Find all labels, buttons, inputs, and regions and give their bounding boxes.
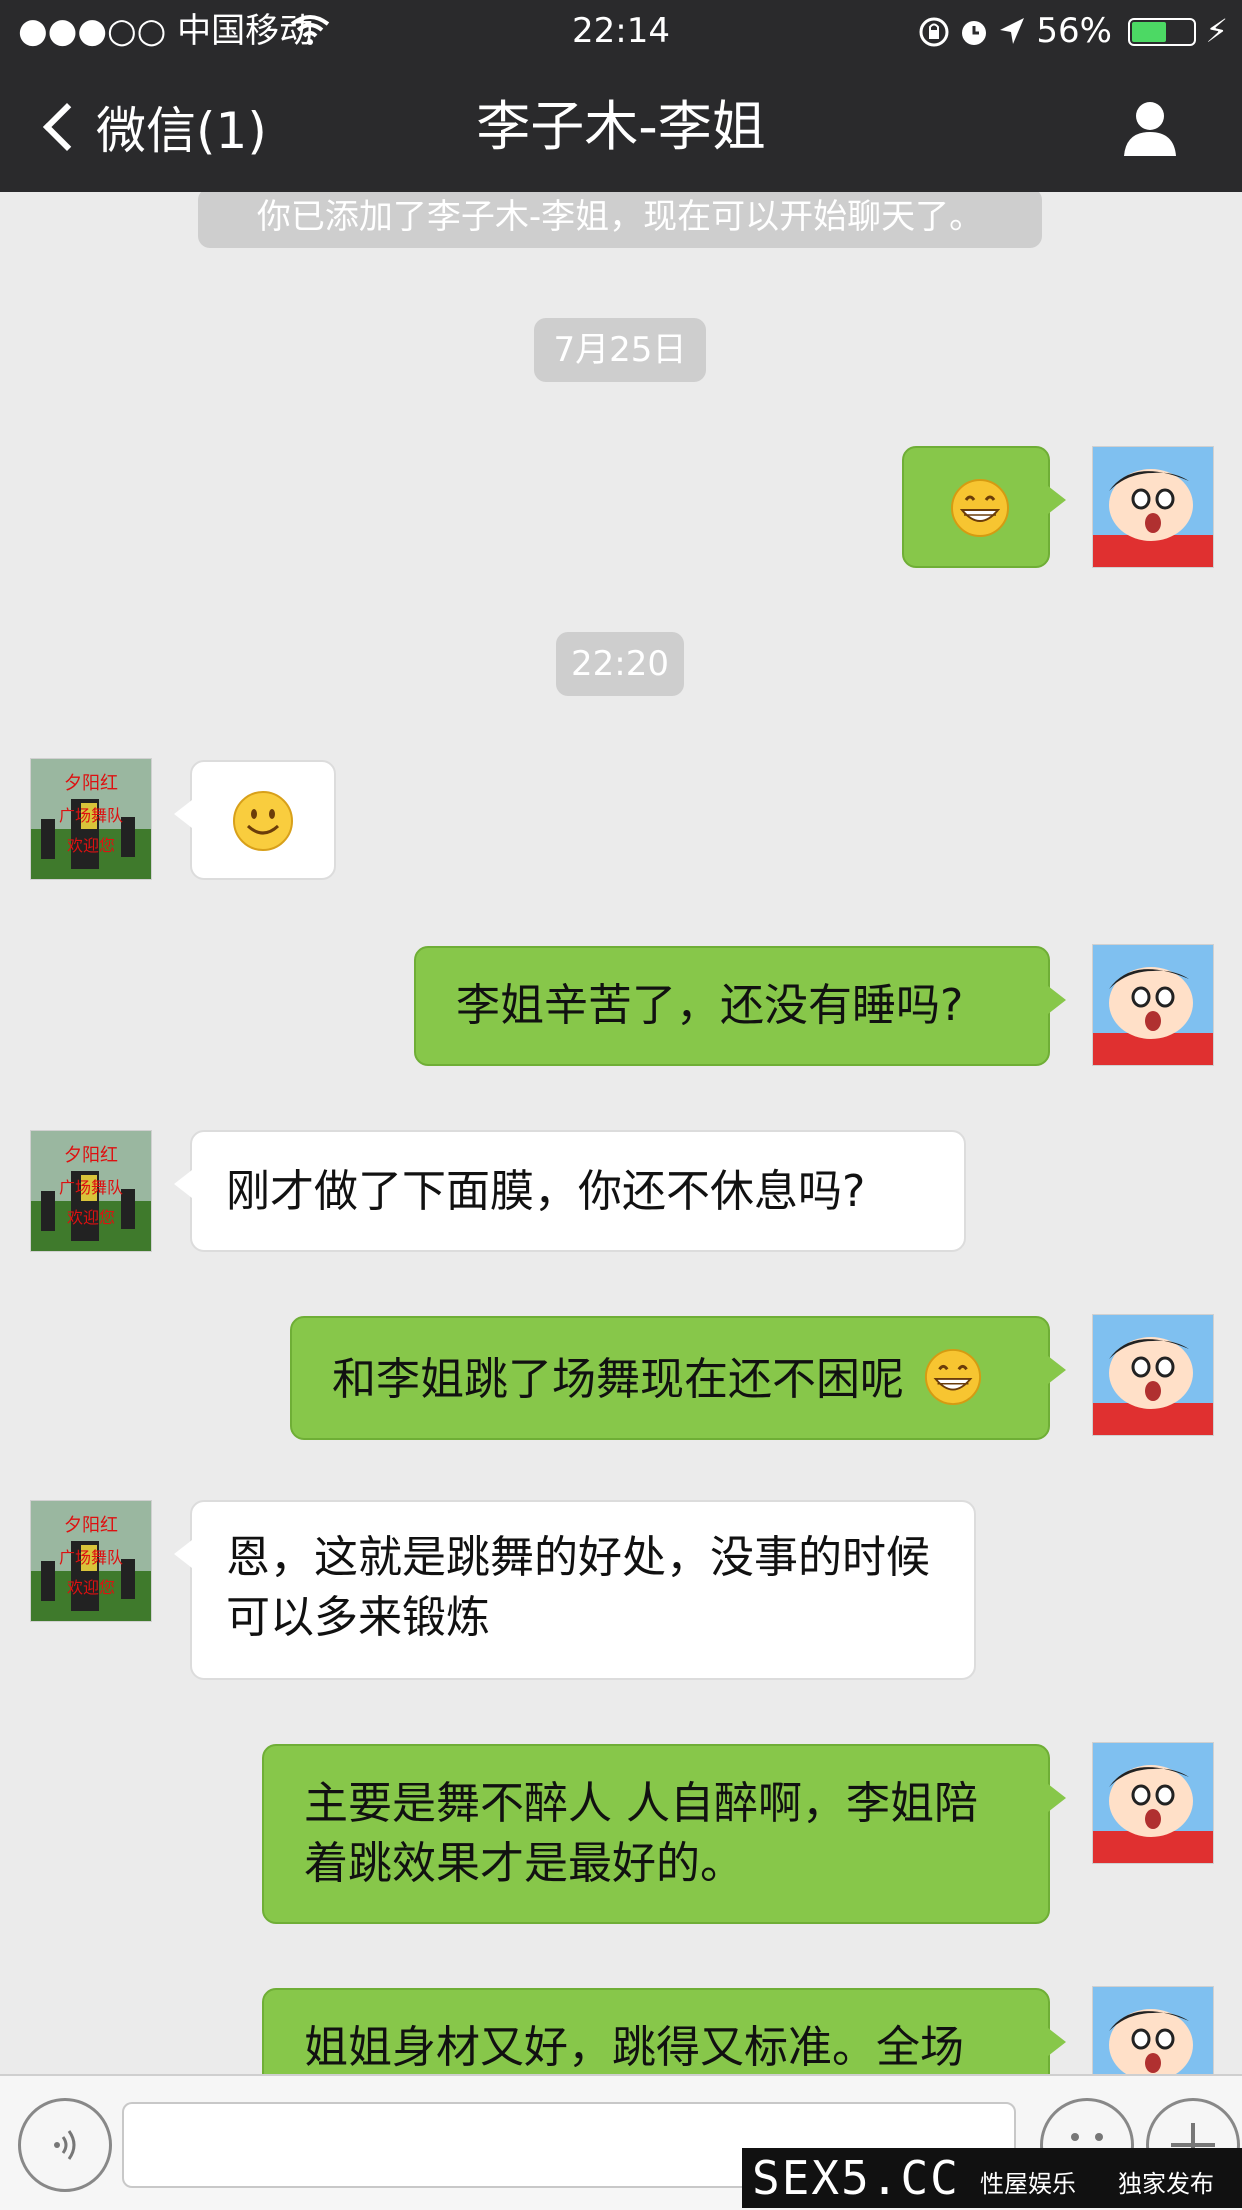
svg-text:欢迎您: 欢迎您: [67, 836, 115, 855]
message-bubble-me[interactable]: 和李姐跳了场舞现在还不困呢: [290, 1316, 1066, 1440]
svg-text:广场舞队: 广场舞队: [59, 1178, 123, 1197]
message-text: 主要是舞不醉人 人自醉啊，李姐陪着跳效果才是最好的。: [304, 1778, 978, 1889]
svg-text:夕阳红: 夕阳红: [64, 1145, 118, 1166]
watermark: SEX5.CC 性屋娱乐 独家发布: [742, 2148, 1242, 2208]
watermark-logo: SEX5.CC: [752, 2151, 960, 2205]
message-bubble-them[interactable]: 恩，这就是跳舞的好处，没事的时候可以多来锻炼: [174, 1500, 976, 1680]
smile-emoji-icon: [233, 791, 293, 851]
message-bubble-them[interactable]: [174, 760, 336, 880]
my-avatar[interactable]: [1092, 1314, 1214, 1436]
svg-text:夕阳红: 夕阳红: [64, 1515, 118, 1536]
shinchan-avatar-icon: [1093, 447, 1213, 567]
contact-avatar[interactable]: 夕阳红 广场舞队 欢迎您: [30, 1130, 152, 1252]
my-avatar[interactable]: [1092, 1742, 1214, 1864]
nav-bar: 微信(1) 李子木-李姐: [0, 62, 1242, 192]
status-bar: ●●●○○ 中国移动 22:14 56% ⚡: [0, 0, 1242, 62]
time-separator: 22:20: [556, 632, 684, 696]
svg-text:夕阳红: 夕阳红: [64, 773, 118, 794]
svg-text:广场舞队: 广场舞队: [59, 1548, 123, 1567]
battery-icon: [1128, 18, 1196, 46]
grin-emoji-icon: [951, 479, 1009, 537]
svg-text:欢迎您: 欢迎您: [67, 1208, 115, 1227]
message-text: 和李姐跳了场舞现在还不困呢: [332, 1354, 904, 1405]
my-avatar[interactable]: [1092, 944, 1214, 1066]
dance-team-avatar-icon: 夕阳红 广场舞队 欢迎您: [31, 1501, 151, 1621]
watermark-tag: 独家发布: [1118, 2170, 1214, 2198]
my-avatar[interactable]: [1092, 446, 1214, 568]
lock-rotation-icon: [919, 17, 949, 47]
message-bubble-me[interactable]: 李姐辛苦了，还没有睡吗?: [414, 946, 1066, 1066]
message-text: 李姐辛苦了，还没有睡吗?: [456, 980, 964, 1031]
shinchan-avatar-icon: [1093, 1315, 1213, 1435]
date-separator: 7月25日: [534, 318, 706, 382]
voice-icon: [54, 2130, 76, 2160]
battery-percent: 56%: [1036, 11, 1112, 51]
contact-avatar[interactable]: 夕阳红 广场舞队 欢迎您: [30, 1500, 152, 1622]
contact-avatar[interactable]: 夕阳红 广场舞队 欢迎您: [30, 758, 152, 880]
dance-team-avatar-icon: 夕阳红 广场舞队 欢迎您: [31, 759, 151, 879]
my-avatar[interactable]: [1092, 1986, 1214, 2074]
location-icon: [1000, 18, 1024, 44]
shinchan-avatar-icon: [1093, 945, 1213, 1065]
watermark-tag: 性屋娱乐: [980, 2170, 1076, 2198]
system-notice: 你已添加了李子木-李姐，现在可以开始聊天了。: [198, 192, 1042, 248]
message-text: 刚才做了下面膜，你还不休息吗?: [226, 1166, 866, 1217]
charging-icon: ⚡: [1205, 12, 1228, 50]
svg-text:广场舞队: 广场舞队: [59, 806, 123, 825]
page-title: 李子木-李姐: [476, 95, 766, 158]
message-bubble-me[interactable]: 主要是舞不醉人 人自醉啊，李姐陪着跳效果才是最好的。: [262, 1744, 1066, 1924]
chat-area[interactable]: 你已添加了李子木-李姐，现在可以开始聊天了。 7月25日 22:20 夕阳红 广…: [0, 192, 1242, 2074]
message-bubble-me[interactable]: [902, 446, 1066, 568]
grin-emoji-icon: [924, 1348, 982, 1406]
dance-team-avatar-icon: 夕阳红 广场舞队 欢迎您: [31, 1131, 151, 1251]
message-text: 姐姐身材又好，跳得又标准。全场: [304, 2022, 964, 2073]
alarm-icon: [962, 21, 986, 45]
message-bubble-them[interactable]: 刚才做了下面膜，你还不休息吗?: [174, 1130, 966, 1252]
svg-text:欢迎您: 欢迎您: [67, 1578, 115, 1597]
shinchan-avatar-icon: [1093, 1987, 1213, 2074]
message-bubble-me[interactable]: 姐姐身材又好，跳得又标准。全场: [262, 1988, 1066, 2074]
message-text: 恩，这就是跳舞的好处，没事的时候可以多来锻炼: [226, 1532, 930, 1643]
person-icon[interactable]: [1120, 98, 1180, 158]
voice-button[interactable]: [18, 2098, 112, 2192]
shinchan-avatar-icon: [1093, 1743, 1213, 1863]
